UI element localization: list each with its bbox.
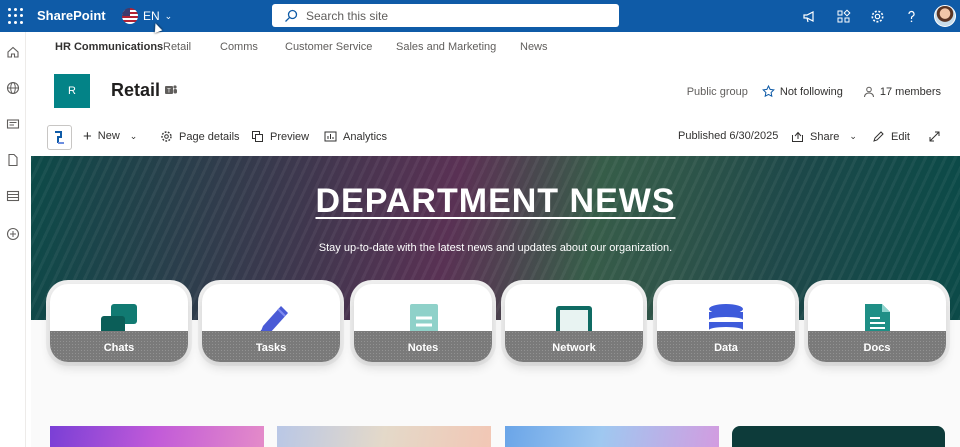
app-name[interactable]: SharePoint	[37, 8, 106, 23]
megaphone-icon[interactable]	[792, 0, 826, 32]
quick-link-tasks[interactable]: Tasks	[202, 284, 340, 362]
site-meta: Public group Not following 17 members	[687, 85, 941, 98]
quick-link-data[interactable]: Data	[657, 284, 795, 362]
hero-title: DEPARTMENT NEWS	[315, 182, 676, 220]
globe-icon[interactable]	[5, 80, 21, 96]
quick-link-network[interactable]: Network	[505, 284, 643, 362]
hub-link-news[interactable]: News	[520, 41, 548, 53]
hub-link-customer-service[interactable]: Customer Service	[285, 41, 372, 53]
news-card-1[interactable]	[50, 426, 264, 447]
help-icon[interactable]	[894, 0, 928, 32]
preview-icon	[252, 131, 263, 142]
quick-link-docs[interactable]: Docs	[808, 284, 946, 362]
language-label: EN	[143, 9, 160, 23]
search-input[interactable]	[306, 8, 586, 23]
published-status: Published 6/30/2025	[678, 130, 778, 142]
page-details-button[interactable]: Page details	[160, 130, 240, 143]
chevron-down-icon: ⌄	[129, 130, 138, 141]
plus-icon: +	[83, 127, 92, 145]
command-bar: + New ⌄ Page details Preview Analytics P…	[26, 122, 960, 154]
new-button[interactable]: + New ⌄	[83, 127, 138, 145]
tile-label: Network	[552, 342, 596, 354]
tile-label: Docs	[863, 342, 891, 354]
share-label: Share	[810, 130, 840, 143]
site-logo[interactable]: R	[54, 74, 90, 108]
file-icon[interactable]	[5, 152, 21, 168]
group-type: Public group	[686, 85, 748, 98]
svg-text:T: T	[167, 89, 171, 95]
viva-connections-icon[interactable]	[47, 125, 72, 150]
share-icon	[792, 131, 803, 142]
news-card-4[interactable]	[732, 426, 945, 447]
hub-navigation: HR Communications Retail Comms Customer …	[26, 32, 960, 62]
gear-icon[interactable]	[860, 0, 894, 32]
edit-button[interactable]: Edit	[872, 130, 910, 143]
analytics-icon	[324, 131, 337, 142]
tile-label: Chats	[103, 342, 135, 354]
expand-button[interactable]	[928, 130, 941, 143]
preview-label: Preview	[270, 130, 310, 143]
suite-bar: SharePoint EN ⌄	[0, 0, 960, 32]
app-launcher-icon[interactable]	[6, 6, 26, 26]
published-label: Published 6/30/2025	[678, 130, 779, 142]
pencil-icon	[873, 131, 884, 142]
edit-label: Edit	[891, 130, 910, 143]
avatar[interactable]	[934, 5, 956, 27]
us-flag-icon	[122, 8, 138, 24]
hub-link-sales-and-marketing[interactable]: Sales and Marketing	[396, 41, 496, 53]
tile-label: Tasks	[255, 342, 287, 354]
teams-icon[interactable]: T	[164, 83, 178, 97]
home-icon[interactable]	[5, 44, 21, 60]
news-card-2[interactable]	[277, 426, 491, 447]
search-box[interactable]	[272, 4, 619, 27]
lists-icon[interactable]	[5, 188, 21, 204]
members-button[interactable]: 17 members	[863, 86, 941, 98]
site-title[interactable]: Retail	[111, 80, 160, 101]
news-card-3[interactable]	[505, 426, 719, 447]
new-label: New	[97, 130, 120, 142]
follow-label: Not following	[779, 85, 843, 98]
analytics-label: Analytics	[343, 130, 388, 143]
quick-link-chats[interactable]: Chats	[50, 284, 188, 362]
chevron-down-icon: ⌄	[164, 10, 173, 21]
app-bar	[0, 32, 26, 447]
add-icon[interactable]	[5, 226, 21, 242]
tile-label: Data	[714, 342, 738, 354]
person-icon	[863, 86, 874, 97]
share-button[interactable]: Share ⌄	[791, 130, 857, 143]
members-label: 17 members	[879, 85, 941, 98]
expand-icon	[929, 131, 940, 142]
preview-button[interactable]: Preview	[251, 130, 309, 143]
language-selector[interactable]: EN ⌄	[122, 6, 172, 26]
chevron-down-icon: ⌄	[849, 131, 857, 141]
hub-link-retail[interactable]: Retail	[163, 41, 191, 53]
hub-title[interactable]: HR Communications	[55, 41, 163, 53]
gear-icon	[161, 131, 172, 142]
page-details-label: Page details	[179, 130, 240, 143]
hero-subtitle: Stay up-to-date with the latest news and…	[318, 242, 673, 254]
suite-actions	[792, 0, 960, 32]
search-icon	[285, 9, 298, 22]
follow-button[interactable]: Not following	[761, 85, 843, 98]
apps-icon[interactable]	[826, 0, 860, 32]
star-icon	[761, 85, 775, 98]
analytics-button[interactable]: Analytics	[324, 130, 387, 143]
quick-link-notes[interactable]: Notes	[354, 284, 492, 362]
tile-label: Notes	[407, 342, 439, 354]
hub-link-comms[interactable]: Comms	[220, 41, 258, 53]
news-icon[interactable]	[5, 116, 21, 132]
